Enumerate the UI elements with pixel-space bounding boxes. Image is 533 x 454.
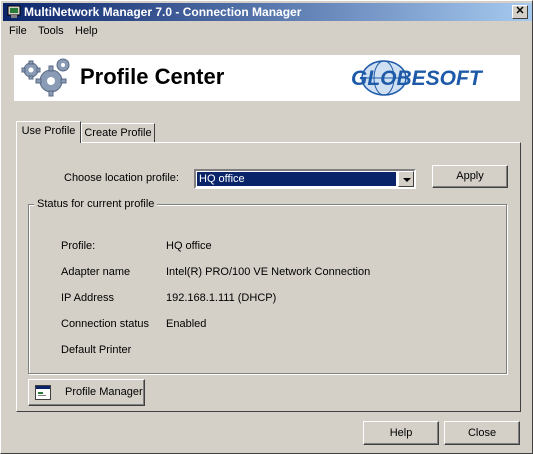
menu-tools[interactable]: Tools (38, 25, 64, 37)
menu-file[interactable]: File (9, 25, 27, 37)
location-profile-label: Choose location profile: (64, 172, 179, 184)
profile-value: HQ office (166, 240, 212, 252)
banner-title: Profile Center (80, 64, 225, 89)
svg-text:GLOBESOFT: GLOBESOFT (351, 67, 484, 90)
window-title: MultiNetwork Manager 7.0 - Connection Ma… (24, 5, 302, 19)
tab-create-profile[interactable]: Create Profile (81, 123, 155, 143)
main-window: MultiNetwork Manager 7.0 - Connection Ma… (0, 0, 533, 454)
connection-status-value: Enabled (166, 318, 207, 330)
window-list-icon (35, 385, 51, 400)
profile-manager-label: Profile Manager (65, 386, 143, 398)
ip-address-label: IP Address (61, 292, 114, 304)
globesoft-logo: GLOBESOFT (351, 60, 484, 96)
default-printer-label: Default Printer (61, 344, 132, 356)
location-profile-select[interactable]: HQ office (194, 169, 416, 189)
location-profile-value: HQ office (196, 171, 397, 187)
adapter-name-value: Intel(R) PRO/100 VE Network Connection (166, 266, 371, 278)
header-banner: Profile Center GLOBESOFT (14, 55, 520, 101)
status-group-title: Status for current profile (34, 198, 158, 210)
ip-address-value: 192.168.1.111 (DHCP) (166, 292, 277, 304)
close-button[interactable]: Close (444, 421, 520, 445)
profile-label: Profile: (61, 240, 96, 252)
gears-icon (21, 58, 70, 97)
app-icon (7, 5, 21, 18)
window-close-button[interactable]: ✕ (512, 5, 528, 19)
tab-use-profile[interactable]: Use Profile (16, 121, 81, 143)
apply-button[interactable]: Apply (432, 165, 508, 188)
profile-manager-button[interactable]: Profile Manager (28, 379, 145, 406)
menu-help[interactable]: Help (75, 25, 98, 37)
connection-status-label: Connection status (61, 318, 150, 330)
adapter-name-label: Adapter name (61, 266, 131, 278)
chevron-down-icon[interactable] (398, 171, 414, 187)
title-bar[interactable]: MultiNetwork Manager 7.0 - Connection Ma… (3, 3, 532, 21)
help-button[interactable]: Help (363, 421, 439, 445)
